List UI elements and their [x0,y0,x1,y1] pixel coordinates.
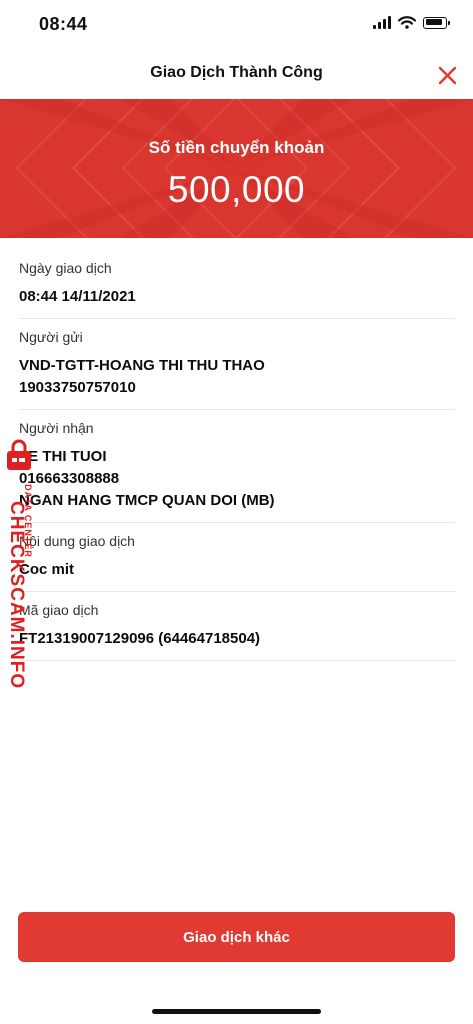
detail-label: Người gửi [19,329,83,345]
transaction-details: Ngày giao dịch 08:44 14/11/2021 Người gử… [19,250,455,661]
detail-value: FT21319007129096 (64464718504) [19,630,261,647]
status-time: 08:44 [39,14,88,34]
status-icons [373,16,450,29]
status-bar: 08:44 [0,0,473,50]
detail-label: Người nhận [19,420,94,436]
detail-label: Nội dung giao dịch [19,533,135,549]
detail-value: Coc mit [19,561,75,578]
lock-icon [7,439,31,470]
sender-name: VND-TGTT-HOANG THI THU THAO [19,357,265,374]
receiver-account: 016663308888 [19,470,120,487]
signal-icon [373,16,391,29]
detail-sender: Người gửi VND-TGTT-HOANG THI THU THAO 19… [19,319,455,410]
detail-value: 08:44 14/11/2021 [19,288,136,305]
close-icon[interactable] [435,62,461,88]
amount-label: Số tiền chuyển khoản [148,138,325,157]
sender-account: 19033750757010 [19,379,136,396]
detail-code: Mã giao dịch FT21319007129096 (644647185… [19,592,455,661]
detail-content: Nội dung giao dịch Coc mit [19,523,455,592]
amount-banner: Số tiền chuyển khoản 500,000 [0,99,473,238]
battery-icon [423,16,450,29]
receiver-bank: NGAN HANG TMCP QUAN DOI (MB) [19,492,275,509]
detail-date: Ngày giao dịch 08:44 14/11/2021 [19,250,455,319]
detail-label: Mã giao dịch [19,602,99,618]
detail-receiver: Người nhận LE THI TUOI 016663308888 NGAN… [19,410,455,523]
other-transaction-button[interactable]: Giao dịch khác [18,912,455,962]
home-indicator [152,1009,321,1014]
receiver-name: LE THI TUOI [19,448,107,465]
nav-header: Giao Dịch Thành Công [0,50,473,99]
wifi-icon [398,16,416,29]
detail-label: Ngày giao dịch [19,260,112,276]
page-title: Giao Dịch Thành Công [150,64,323,81]
amount-value: 500,000 [167,169,306,210]
watermark: CHECKSCAM.INFO [6,501,27,690]
